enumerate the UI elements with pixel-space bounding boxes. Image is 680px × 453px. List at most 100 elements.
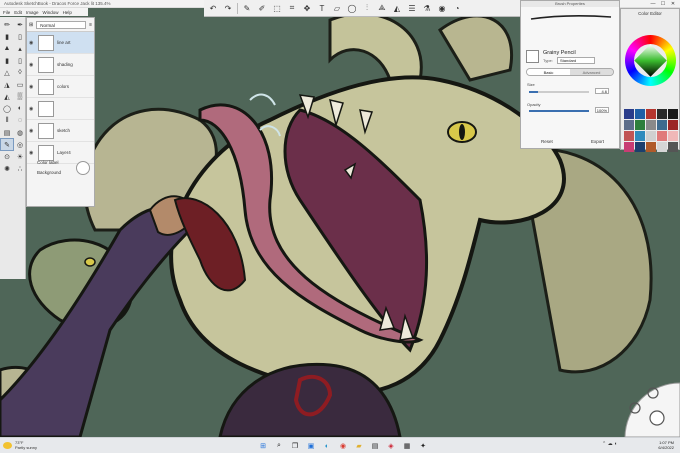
texture-brush-icon[interactable]: ▒ (14, 91, 26, 102)
color-swatch[interactable] (668, 131, 678, 141)
undo-icon[interactable]: ↶ (207, 2, 219, 14)
ellipse-icon[interactable]: ◯ (346, 2, 358, 14)
menu-window[interactable]: Window (43, 10, 59, 15)
pattern-brush-icon[interactable]: ◐ (14, 103, 26, 114)
brush-library-icon[interactable]: ⚗ (421, 2, 433, 14)
fill-bucket-icon[interactable]: ◯ (1, 103, 13, 114)
tab-advanced[interactable]: Advanced (570, 69, 613, 75)
felt-pen-icon[interactable]: ▮ (1, 55, 13, 66)
color-swatch[interactable] (646, 109, 656, 119)
color-swatch[interactable] (624, 142, 634, 152)
color-swatch[interactable] (624, 131, 634, 141)
visibility-icon[interactable]: ◉ (29, 40, 35, 46)
color-swatch[interactable] (668, 109, 678, 119)
layers-icon[interactable]: ☰ (406, 2, 418, 14)
pencil-brush-icon[interactable]: ✏ (1, 19, 13, 30)
task-view-icon[interactable]: ❐ (290, 441, 300, 451)
chalk-brush-icon[interactable]: ◎ (14, 139, 26, 150)
perspective-icon[interactable]: ⟁ (376, 2, 388, 14)
system-tray-icons[interactable]: ⌃ ☁ ◖ (602, 441, 617, 447)
visibility-icon[interactable]: ◉ (29, 150, 35, 156)
color-swatch[interactable] (624, 120, 634, 130)
color-swatch[interactable] (635, 142, 645, 152)
chisel-brush-icon[interactable]: ▴ (14, 43, 26, 54)
color-swatch[interactable] (646, 131, 656, 141)
grainy-pencil-icon[interactable]: ✎ (0, 138, 14, 151)
opacity-value-field[interactable]: 100% (595, 107, 609, 113)
layer-row[interactable]: ◉ shading (27, 54, 94, 76)
marker-brush-icon[interactable]: ▮ (1, 31, 13, 42)
redo-icon[interactable]: ↷ (222, 2, 234, 14)
menu-file[interactable]: File (3, 10, 10, 15)
copic-icon[interactable]: ◔ (451, 2, 463, 14)
soft-eraser-icon[interactable]: ◭ (1, 91, 13, 102)
visibility-icon[interactable]: ◉ (29, 62, 35, 68)
dots-brush-icon[interactable]: ∴ (14, 163, 26, 174)
color-swatch[interactable] (657, 109, 667, 119)
flat-brush-icon[interactable]: ▤ (1, 127, 13, 138)
smudge-brush-icon[interactable]: ☀ (14, 151, 26, 162)
transform-icon[interactable]: ✥ (301, 2, 313, 14)
cloud-brush-icon[interactable]: ◍ (14, 127, 26, 138)
menu-help[interactable]: Help (63, 10, 72, 15)
visibility-icon[interactable]: ◉ (29, 106, 35, 112)
layer-row[interactable]: ◉ (27, 98, 94, 120)
color-swatch[interactable] (635, 131, 645, 141)
edge-icon[interactable]: ◐ (322, 441, 332, 451)
file-explorer-icon[interactable]: ▰ (354, 441, 364, 451)
color-swatch[interactable] (668, 120, 678, 130)
ballpoint-icon[interactable]: ▯ (14, 55, 26, 66)
widgets-icon[interactable]: ▣ (306, 441, 316, 451)
sketchbook-icon[interactable]: ◈ (386, 441, 396, 451)
color-swatch[interactable] (657, 142, 667, 152)
add-layer-icon[interactable]: ⊞ (29, 22, 33, 28)
app-icon[interactable]: ▦ (402, 441, 412, 451)
search-icon[interactable]: ⌕ (274, 441, 284, 451)
tab-basic[interactable]: Basic (527, 69, 570, 75)
layer-row[interactable]: ◉ line art (27, 32, 94, 54)
inking-brush-icon[interactable]: ✒ (14, 19, 26, 30)
color-swatch[interactable] (646, 120, 656, 130)
water-brush-icon[interactable]: ◮ (1, 79, 13, 90)
stipple-brush-icon[interactable]: ◌ (14, 115, 26, 126)
store-icon[interactable]: ▤ (370, 441, 380, 451)
color-swatch[interactable] (635, 120, 645, 130)
pencil-icon[interactable]: ✐ (256, 2, 268, 14)
color-wheel[interactable] (625, 35, 676, 86)
export-button[interactable]: Export (591, 139, 604, 144)
layer-row[interactable]: ◉ colors (27, 76, 94, 98)
size-value-field[interactable]: 4.6 (595, 88, 609, 94)
text-icon[interactable]: T (316, 2, 328, 14)
visibility-icon[interactable]: ◉ (29, 128, 35, 134)
crop-icon[interactable]: ⌗ (286, 2, 298, 14)
weather-widget[interactable]: 73°F Partly sunny (3, 440, 37, 450)
color-swatch[interactable] (668, 142, 678, 152)
color-swatch[interactable] (657, 131, 667, 141)
app-icon[interactable]: ✦ (418, 441, 428, 451)
blur-brush-icon[interactable]: ◊ (14, 67, 26, 78)
maximize-icon[interactable]: ☐ (658, 0, 668, 8)
synthetic-brush-icon[interactable]: ⦀ (1, 115, 13, 126)
color-swatch[interactable] (657, 120, 667, 130)
lagoon-center-icon[interactable] (649, 410, 665, 426)
background-color-swatch[interactable] (76, 161, 90, 175)
lagoon-radial-menu[interactable] (615, 378, 680, 437)
select-icon[interactable]: ⬚ (271, 2, 283, 14)
visibility-icon[interactable]: ◉ (29, 84, 35, 90)
minimize-icon[interactable]: — (648, 0, 658, 8)
color-swatch[interactable] (624, 109, 634, 119)
brush-icon[interactable]: ✎ (241, 2, 253, 14)
background-layer-label[interactable]: Background (37, 170, 61, 175)
windows-start-icon[interactable]: ⊞ (258, 441, 268, 451)
airbrush-icon[interactable]: ▲ (1, 43, 13, 54)
mixer-brush-icon[interactable]: ⊙ (1, 151, 13, 162)
smear-brush-icon[interactable]: △ (1, 67, 13, 78)
chrome-icon[interactable]: ◉ (338, 441, 348, 451)
menu-edit[interactable]: Edit (14, 10, 22, 15)
symmetry-icon[interactable]: ⫶ (361, 2, 373, 14)
close-icon[interactable]: ✕ (668, 0, 678, 8)
color-wheel-icon[interactable]: ◉ (436, 2, 448, 14)
blend-mode-select[interactable]: Normal (36, 20, 87, 29)
size-slider[interactable] (529, 91, 589, 93)
menu-image[interactable]: Image (26, 10, 39, 15)
